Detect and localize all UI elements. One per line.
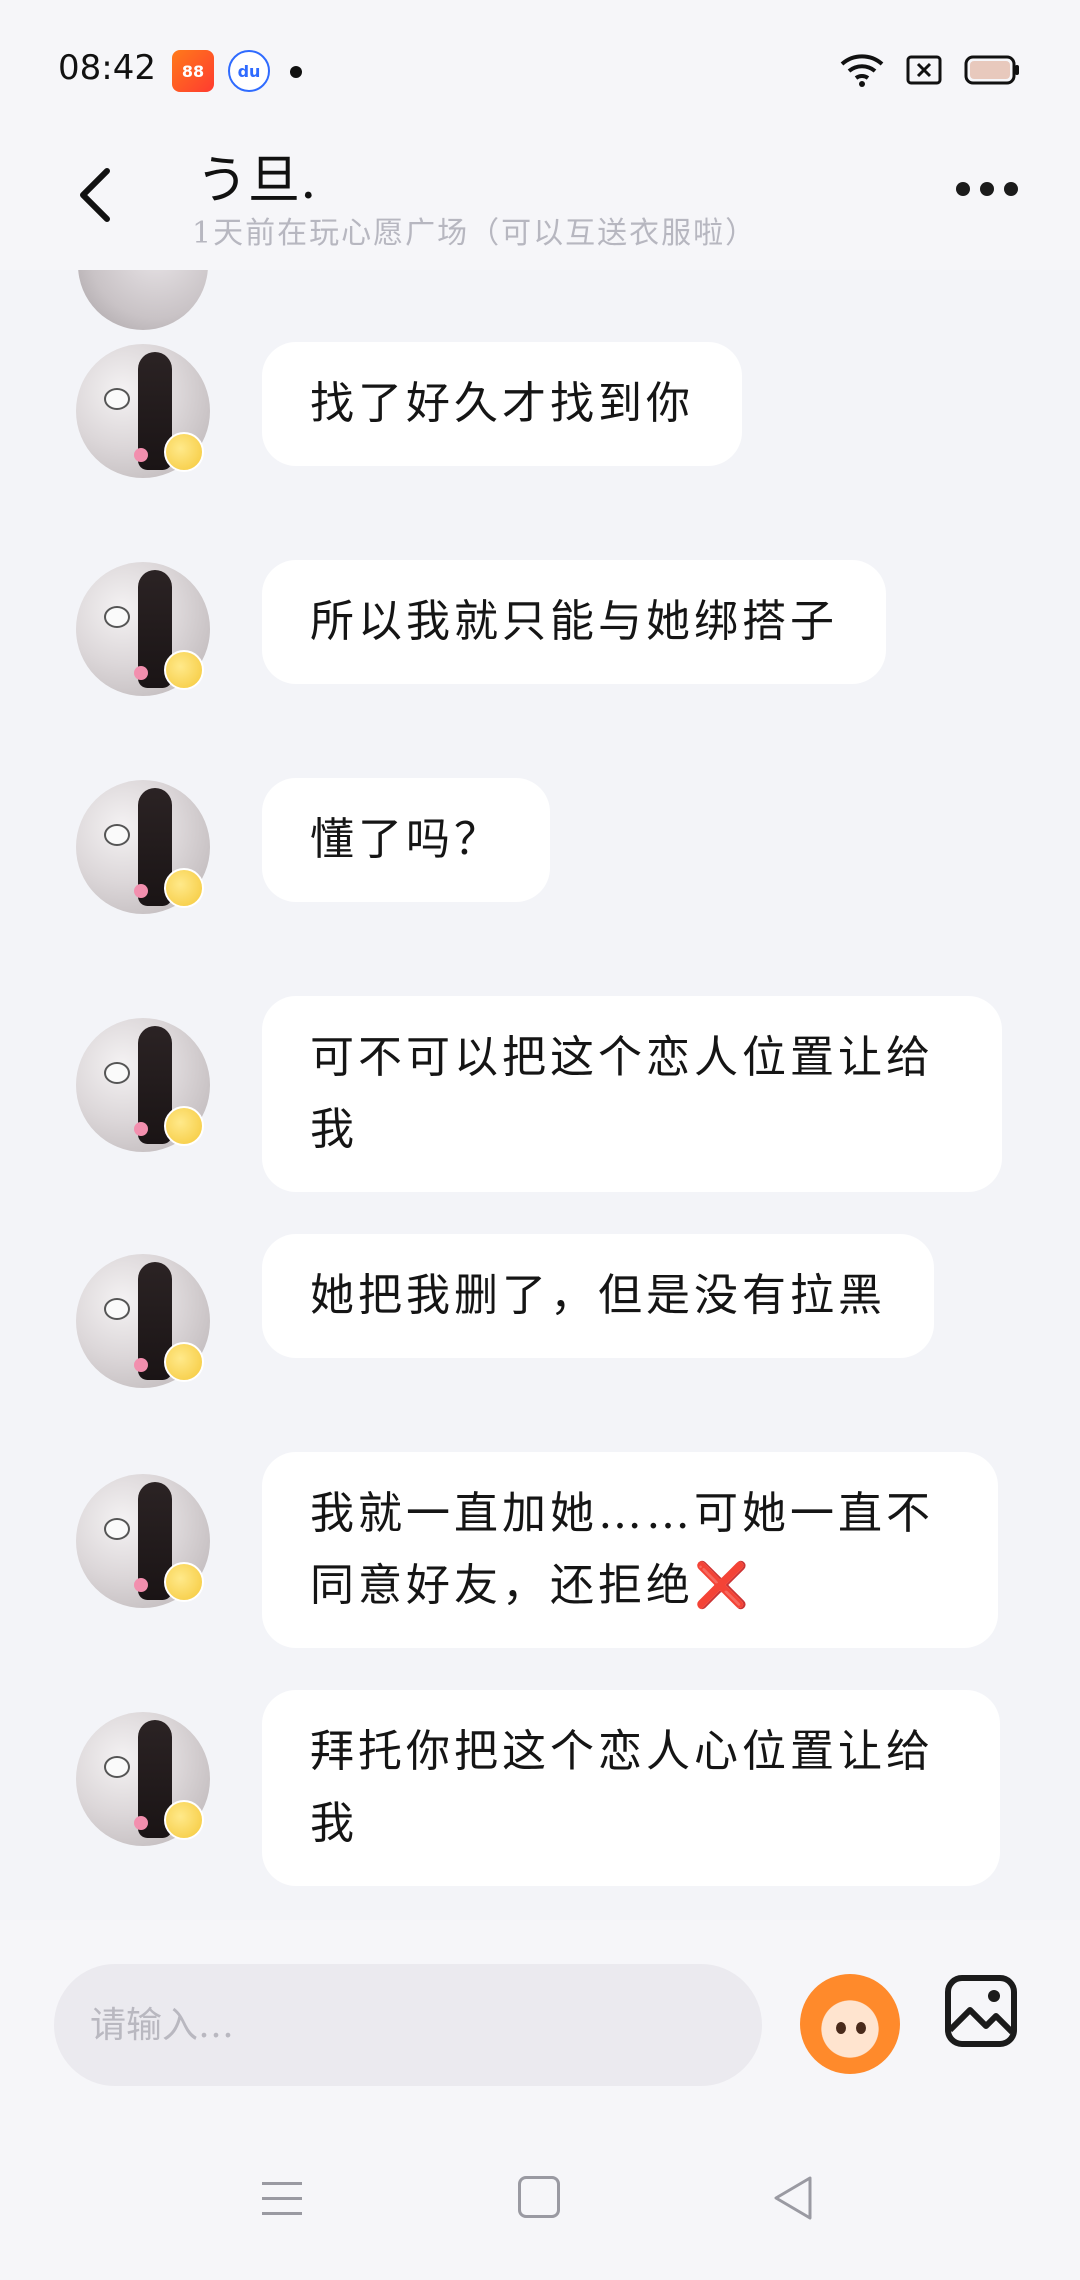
system-nav-bar [0,2120,1080,2280]
menu-icon[interactable] [262,2182,302,2215]
message-bubble[interactable]: 可不可以把这个恋人位置让给我 [262,996,1002,1192]
input-bar [0,1920,1080,2120]
message-bubble[interactable]: 所以我就只能与她绑搭子 [262,560,886,684]
sticker-icon[interactable] [800,1974,900,2074]
avatar[interactable] [76,1474,210,1608]
message-input[interactable] [54,1964,762,2086]
baidu-icon: du [228,50,270,92]
status-bar: 08:42 88 du [0,0,1080,130]
avatar[interactable] [76,1018,210,1152]
wifi-icon [840,52,884,88]
avatar[interactable] [78,270,208,330]
kuaishou-icon: 88 [172,50,214,92]
chat-header: う旦. 1天前在玩心愿广场（可以互送衣服啦） [0,130,1080,270]
notification-dot-icon [290,66,302,78]
contact-name: う旦. [196,151,317,211]
avatar[interactable] [76,1712,210,1846]
message-bubble[interactable]: 我就一直加她……可她一直不同意好友，还拒绝❌ [262,1452,998,1648]
contact-status: 1天前在玩心愿广场（可以互送衣服啦） [192,216,758,251]
status-indicators [840,52,1020,88]
message-bubble[interactable]: 她把我删了，但是没有拉黑 [262,1234,934,1358]
avatar[interactable] [76,780,210,914]
back-triangle-icon[interactable] [770,2174,814,2226]
avatar[interactable] [76,562,210,696]
avatar[interactable] [76,1254,210,1388]
message-bubble[interactable]: 懂了吗？ [262,778,550,902]
status-time: 08:42 [58,48,156,88]
battery-icon [964,55,1020,85]
message-bubble[interactable]: 拜托你把这个恋人心位置让给我 [262,1690,1000,1886]
message-bubble[interactable]: 找了好久才找到你 [262,342,742,466]
avatar[interactable] [76,344,210,478]
back-arrow-icon[interactable] [70,160,120,230]
image-icon[interactable] [944,1974,1018,2048]
no-sim-icon [906,55,942,85]
home-icon[interactable] [518,2176,560,2218]
message-list[interactable]: 找了好久才找到你 所以我就只能与她绑搭子 懂了吗？ 可不可以把这个恋人位置让给我… [0,270,1080,1920]
more-options-icon[interactable] [956,182,1018,196]
